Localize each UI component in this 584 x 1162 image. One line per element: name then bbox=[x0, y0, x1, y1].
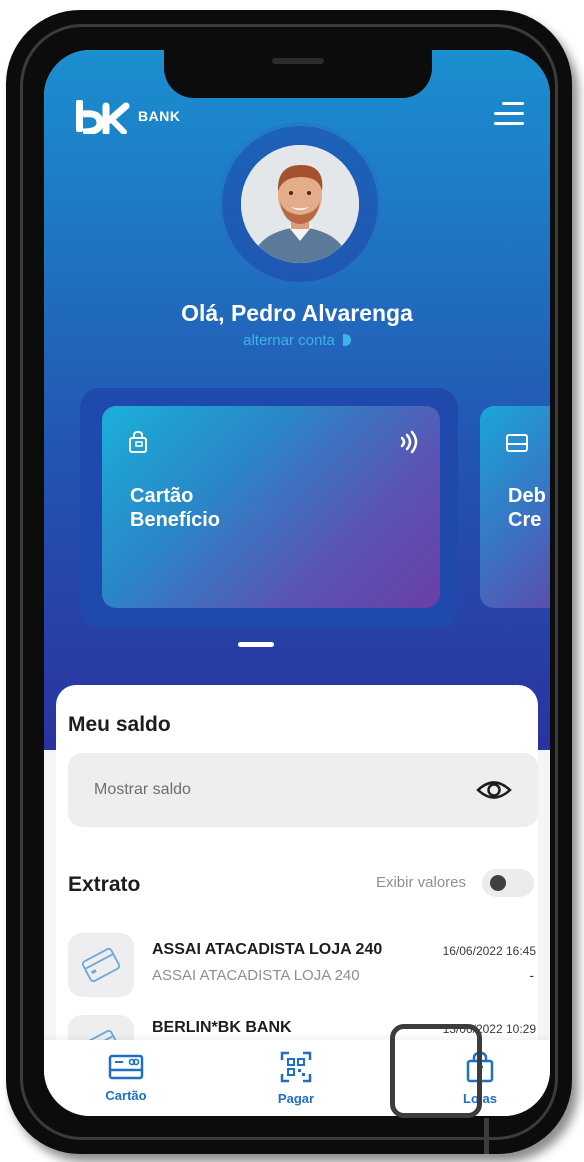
contactless-icon bbox=[400, 430, 418, 454]
card-title: Cartão Benefício bbox=[130, 484, 220, 532]
avatar-ring bbox=[222, 126, 378, 282]
tab-label: Cartão bbox=[105, 1087, 147, 1103]
tab-pagar[interactable]: Pagar bbox=[250, 1040, 342, 1116]
card-title-line1: Cartão bbox=[130, 485, 194, 507]
hamburger-menu-icon[interactable] bbox=[490, 102, 524, 128]
card-debito-credito[interactable]: Deb Cre bbox=[480, 406, 550, 608]
toggle-knob bbox=[490, 875, 506, 891]
phone-notch bbox=[164, 50, 432, 98]
show-balance-button[interactable]: Mostrar saldo bbox=[68, 753, 538, 827]
card-icon bbox=[108, 1054, 144, 1079]
balance-title: Meu saldo bbox=[68, 713, 171, 736]
switch-account-label: alternar conta bbox=[243, 332, 335, 349]
bk-logo-icon bbox=[76, 100, 130, 134]
eye-icon[interactable] bbox=[476, 777, 512, 803]
tab-cartao[interactable]: Cartão bbox=[80, 1040, 172, 1116]
tab-label: Pagar bbox=[277, 1090, 315, 1106]
carousel-dot[interactable] bbox=[328, 642, 364, 647]
show-balance-label: Mostrar saldo bbox=[94, 781, 191, 798]
avatar[interactable] bbox=[241, 145, 359, 263]
speaker-slot bbox=[272, 58, 324, 64]
callout-pointer bbox=[484, 1118, 489, 1154]
card-title: Deb Cre bbox=[508, 484, 546, 532]
greeting: Olá, Pedro Alvarenga bbox=[181, 300, 413, 326]
card-title-line2: Cre bbox=[508, 509, 542, 531]
credit-card-icon bbox=[506, 434, 528, 452]
carousel-indicator bbox=[238, 642, 364, 647]
app-screen: BANK Olá, Pedro Alvarenga alternar conta… bbox=[44, 50, 550, 1116]
statement-title: Extrato bbox=[68, 873, 141, 896]
transaction-description: ASSAI ATACADISTA LOJA 240 bbox=[152, 967, 360, 984]
transaction-name: BERLIN*BK BANK bbox=[152, 1019, 292, 1036]
card-beneficio[interactable]: Cartão Benefício bbox=[102, 406, 440, 608]
phone-frame: BANK Olá, Pedro Alvarenga alternar conta… bbox=[6, 10, 572, 1154]
header-gradient: BANK Olá, Pedro Alvarenga alternar conta… bbox=[44, 50, 550, 750]
card-title-line2: Benefício bbox=[130, 509, 221, 531]
show-values-label: Exibir valores bbox=[375, 874, 466, 891]
shopping-bag-icon bbox=[129, 430, 147, 453]
carousel-dot-active[interactable] bbox=[238, 642, 274, 647]
transaction-icon-box bbox=[68, 933, 134, 997]
transaction-row[interactable]: ASSAI ATACADISTA LOJA 240 16/06/2022 16:… bbox=[68, 933, 538, 1003]
transaction-date: 16/06/2022 16:45 bbox=[442, 944, 536, 958]
arrow-right-icon bbox=[342, 334, 351, 346]
qr-code-icon bbox=[280, 1051, 312, 1082]
credit-card-icon bbox=[81, 947, 121, 983]
bank-logo: BANK bbox=[74, 98, 180, 134]
bank-name: BANK bbox=[138, 108, 181, 124]
carousel-dot[interactable] bbox=[283, 642, 319, 647]
switch-account-link[interactable]: alternar conta bbox=[44, 332, 550, 349]
show-values-toggle[interactable] bbox=[482, 869, 534, 897]
card-title-line1: Deb bbox=[508, 485, 546, 507]
transaction-name: ASSAI ATACADISTA LOJA 240 bbox=[152, 941, 383, 958]
lojas-highlight-callout bbox=[390, 1024, 482, 1118]
user-photo bbox=[241, 145, 359, 263]
transaction-value: - bbox=[529, 967, 534, 983]
